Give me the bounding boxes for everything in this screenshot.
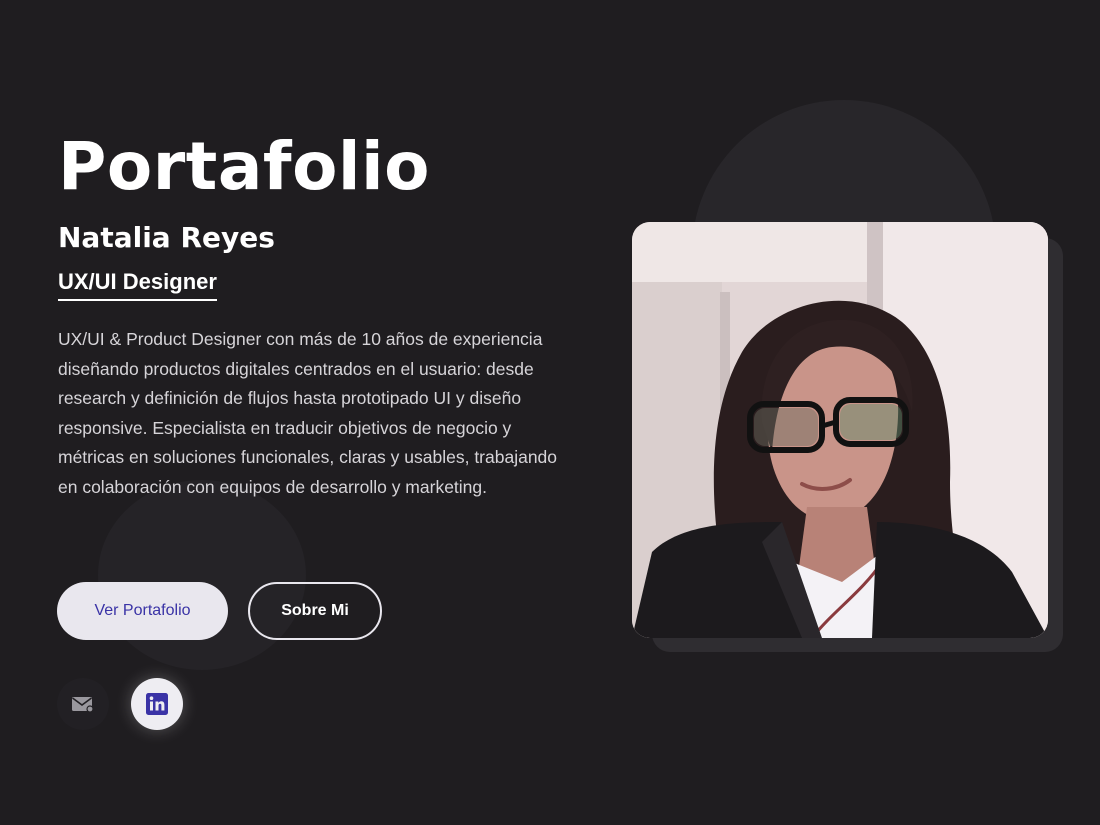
linkedin-link[interactable] [131, 678, 183, 730]
social-links [57, 678, 183, 730]
profile-photo [632, 222, 1048, 638]
cta-buttons: Ver Portafolio Sobre Mi [57, 582, 382, 640]
hero-section: Portafolio Natalia Reyes UX/UI Designer … [58, 126, 578, 503]
linkedin-icon [146, 693, 168, 715]
view-portfolio-button[interactable]: Ver Portafolio [57, 582, 228, 640]
page-title: Portafolio [58, 128, 430, 205]
portrait-illustration [632, 222, 1048, 638]
bio-paragraph: UX/UI & Product Designer con más de 10 a… [58, 329, 558, 497]
role-underline: UX/UI Designer [58, 269, 217, 301]
designer-role: UX/UI Designer [58, 269, 217, 294]
decorative-circle-bottom-left [98, 480, 306, 670]
mail-icon [72, 697, 94, 713]
about-me-button[interactable]: Sobre Mi [248, 582, 382, 640]
designer-name: Natalia Reyes [58, 221, 275, 254]
email-link[interactable] [57, 678, 109, 730]
